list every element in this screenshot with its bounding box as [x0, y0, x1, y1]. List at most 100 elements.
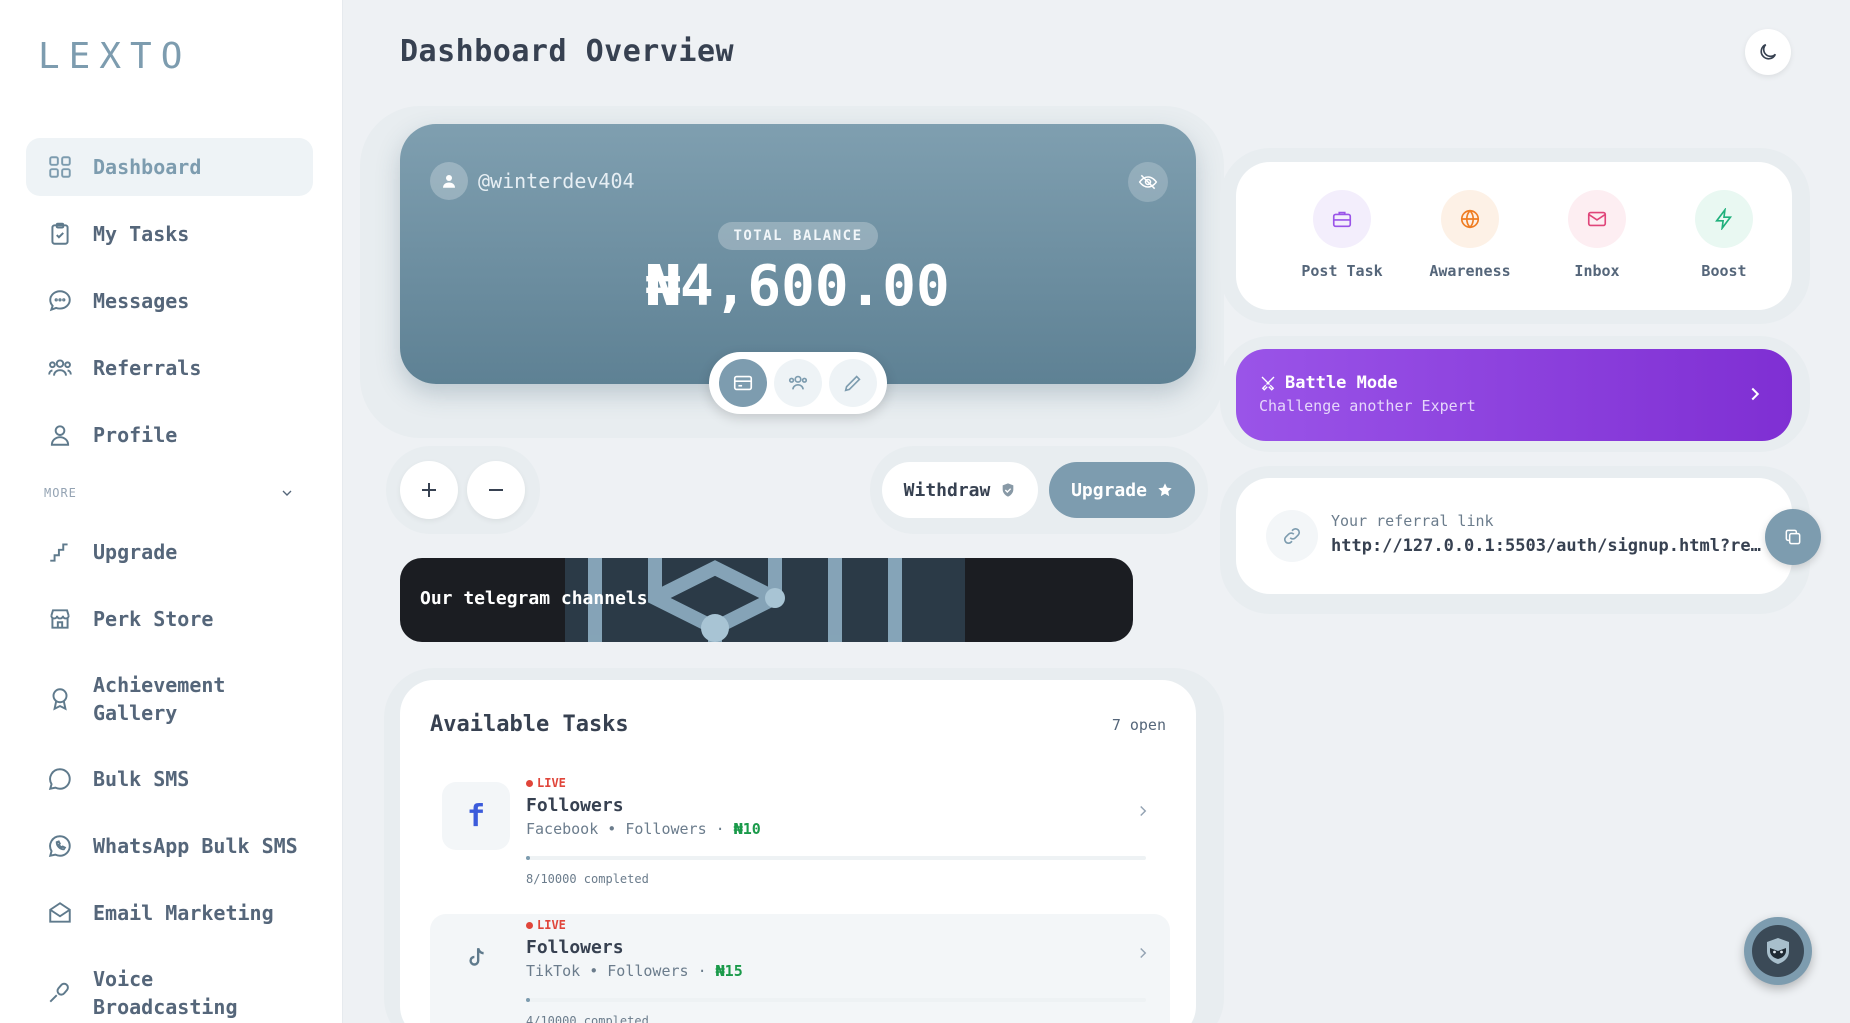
- withdraw-label: Withdraw: [903, 479, 991, 501]
- team-tab-button[interactable]: [773, 359, 822, 407]
- quick-actions-panel: Post Task Awareness Inbox Boost: [1236, 162, 1792, 310]
- moon-icon: [1760, 43, 1777, 60]
- meta-separator: ·: [715, 820, 725, 838]
- user-icon: [46, 421, 74, 449]
- sidebar-item-achievement-gallery[interactable]: Achievement Gallery: [26, 657, 313, 741]
- sidebar-item-profile[interactable]: Profile: [26, 406, 313, 464]
- sidebar-item-voice-broadcasting[interactable]: Voice Broadcasting: [26, 951, 313, 1023]
- crossed-swords-icon: [1261, 376, 1275, 391]
- sidebar-item-label: Upgrade: [93, 540, 178, 564]
- sidebar-item-referrals[interactable]: Referrals: [26, 339, 313, 397]
- sidebar-item-upgrade[interactable]: Upgrade: [26, 523, 313, 581]
- assistant-button[interactable]: [1744, 917, 1812, 985]
- sidebar-item-my-tasks[interactable]: My Tasks: [26, 205, 313, 263]
- available-tasks-panel: Available Tasks 7 open f LIVE Followers …: [400, 680, 1196, 1023]
- task-type: Followers: [625, 820, 707, 838]
- battle-mode-banner[interactable]: Battle Mode Challenge another Expert: [1236, 349, 1792, 441]
- store-icon: [46, 605, 74, 633]
- sidebar-item-label: Achievement Gallery: [93, 673, 226, 725]
- telegram-channels-banner[interactable]: Our telegram channels: [400, 558, 1133, 642]
- quick-action-label: Awareness: [1429, 262, 1511, 280]
- upgrade-button[interactable]: Upgrade: [1049, 462, 1195, 518]
- battle-mode-subtitle: Challenge another Expert: [1259, 397, 1476, 415]
- quick-action-inbox[interactable]: Inbox: [1537, 190, 1657, 280]
- sidebar-item-label: Referrals: [93, 356, 202, 380]
- task-meta: Facebook • Followers · ₦10: [526, 820, 761, 838]
- task-name: Followers: [526, 795, 624, 816]
- sidebar-item-label: Voice Broadcasting: [93, 967, 238, 1019]
- task-progress-bar: [526, 998, 1146, 1002]
- quick-action-label: Inbox: [1574, 262, 1620, 280]
- meta-separator: •: [589, 962, 599, 980]
- sidebar-item-email-marketing[interactable]: Email Marketing: [26, 884, 313, 942]
- chat-bubble-icon: [46, 287, 74, 315]
- upgrade-label: Upgrade: [1071, 479, 1147, 501]
- avatar: [430, 162, 468, 200]
- globe-icon: [1460, 209, 1480, 229]
- app-logo[interactable]: LEXTO: [38, 36, 191, 77]
- sidebar-item-label: Perk Store: [93, 607, 214, 631]
- copy-referral-button[interactable]: [1765, 509, 1821, 565]
- plus-icon: [422, 483, 436, 497]
- more-label: MORE: [44, 486, 77, 500]
- user-icon: [443, 175, 455, 188]
- copy-icon: [1785, 529, 1801, 545]
- hide-balance-button[interactable]: [1128, 162, 1168, 202]
- tasks-open-count: 7 open: [1111, 716, 1166, 734]
- sidebar-nav: Dashboard My Tasks Messages Referrals Pr…: [26, 138, 313, 1023]
- task-progress-fill: [526, 998, 530, 1002]
- quick-action-circle: [1313, 190, 1371, 248]
- chevron-right-icon: [1134, 802, 1152, 824]
- mail-icon: [46, 899, 74, 927]
- quick-action-post-task[interactable]: Post Task: [1282, 190, 1402, 280]
- referral-link[interactable]: http://127.0.0.1:5503/auth/signup.html?r…: [1331, 536, 1763, 556]
- sidebar-item-messages[interactable]: Messages: [26, 272, 313, 330]
- task-progress-bar: [526, 856, 1146, 860]
- sidebar-item-dashboard[interactable]: Dashboard: [26, 138, 313, 196]
- more-section-toggle[interactable]: MORE: [26, 473, 313, 513]
- sidebar-item-bulk-sms[interactable]: Bulk SMS: [26, 750, 313, 808]
- sidebar-item-label: WhatsApp Bulk SMS: [93, 834, 298, 858]
- task-platform: Facebook: [526, 820, 599, 838]
- quick-action-awareness[interactable]: Awareness: [1410, 190, 1530, 280]
- card-action-switcher: [709, 352, 887, 414]
- tasks-title: Available Tasks: [430, 712, 629, 737]
- quick-action-label: Post Task: [1301, 262, 1383, 280]
- referral-label: Your referral link: [1331, 512, 1494, 530]
- task-item[interactable]: f LIVE Followers Facebook • Followers · …: [430, 772, 1170, 890]
- task-item[interactable]: LIVE Followers TikTok • Followers · ₦15 …: [430, 914, 1170, 1023]
- task-reward: ₦15: [715, 962, 743, 980]
- chevron-right-icon: [1134, 944, 1152, 966]
- remove-funds-button[interactable]: [467, 461, 525, 519]
- tiktok-icon: [442, 924, 510, 992]
- sidebar-item-perk-store[interactable]: Perk Store: [26, 590, 313, 648]
- lightning-icon: [1715, 208, 1733, 230]
- meta-separator: ·: [697, 962, 707, 980]
- wallet-tab-button[interactable]: [718, 359, 767, 407]
- sidebar-item-whatsapp-bulk-sms[interactable]: WhatsApp Bulk SMS: [26, 817, 313, 875]
- theme-toggle-button[interactable]: [1745, 29, 1791, 75]
- meta-separator: •: [607, 820, 617, 838]
- sidebar-item-label: Profile: [93, 423, 178, 447]
- message-circle-icon: [46, 765, 74, 793]
- sidebar-item-label: Bulk SMS: [93, 767, 190, 791]
- battle-mode-title: Battle Mode: [1285, 373, 1398, 393]
- live-badge: LIVE: [526, 918, 566, 932]
- balance-card: @winterdev404 TOTAL BALANCE ₦4,600.00: [400, 124, 1196, 414]
- clipboard-check-icon: [46, 220, 74, 248]
- edit-tab-button[interactable]: [829, 359, 878, 407]
- task-meta: TikTok • Followers · ₦15: [526, 962, 743, 980]
- sidebar: LEXTO Dashboard My Tasks Messages Referr…: [0, 0, 343, 1023]
- quick-action-label: Boost: [1701, 262, 1747, 280]
- add-funds-button[interactable]: [400, 461, 458, 519]
- task-name: Followers: [526, 937, 624, 958]
- quick-action-boost[interactable]: Boost: [1664, 190, 1784, 280]
- steps-icon: [46, 538, 74, 566]
- minus-icon: [489, 489, 503, 491]
- page-title: Dashboard Overview: [400, 34, 735, 69]
- withdraw-button[interactable]: Withdraw: [882, 462, 1038, 518]
- task-progress-text: 8/10000 completed: [526, 872, 649, 886]
- sidebar-item-label: Messages: [93, 289, 190, 313]
- referral-panel: Your referral link http://127.0.0.1:5503…: [1236, 478, 1792, 594]
- total-balance-badge: TOTAL BALANCE: [718, 222, 878, 250]
